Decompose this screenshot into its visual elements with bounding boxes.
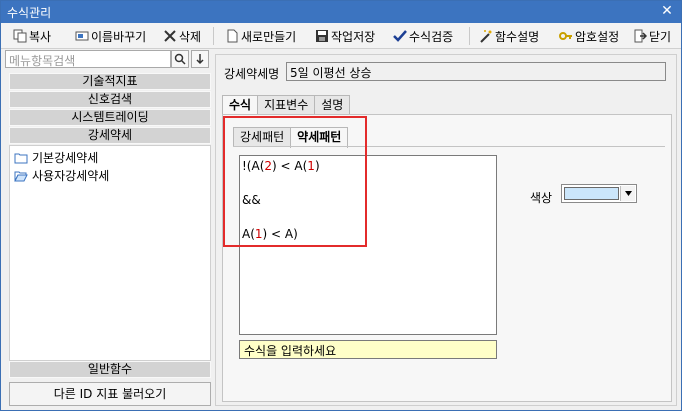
tree-item-basic[interactable]: 기본강세약세 bbox=[14, 149, 98, 166]
tab-divider bbox=[233, 146, 665, 147]
function-help-button[interactable]: 함수설명 bbox=[479, 26, 539, 46]
password-button[interactable]: 암호설정 bbox=[559, 26, 619, 46]
category-bull-bear[interactable]: 강세약세 bbox=[9, 127, 211, 144]
color-dropdown-button[interactable] bbox=[620, 186, 635, 201]
color-swatch bbox=[564, 187, 619, 200]
color-label: 색상 bbox=[530, 191, 553, 205]
category-signal-search[interactable]: 신호검색 bbox=[9, 91, 211, 108]
color-picker[interactable] bbox=[561, 184, 637, 203]
delete-icon bbox=[163, 29, 177, 43]
copy-button[interactable]: 복사 bbox=[13, 26, 51, 46]
left-panel: 메뉴항목검색 기술적지표 신호검색 시스템트레이딩 강세약세 기본강세약세 사용… bbox=[5, 50, 211, 408]
folder-icon bbox=[14, 151, 28, 165]
function-help-label: 함수설명 bbox=[495, 29, 540, 44]
toolbar-separator bbox=[469, 27, 470, 45]
tree-view: 기본강세약세 사용자강세약세 bbox=[9, 145, 211, 361]
window-title: 수식관리 bbox=[7, 6, 52, 20]
name-field[interactable]: 5일 이평선 상승 bbox=[286, 62, 666, 81]
search-input[interactable]: 메뉴항목검색 bbox=[5, 50, 171, 68]
tab-variables[interactable]: 지표변수 bbox=[257, 95, 316, 115]
load-other-id-button[interactable]: 다른 ID 지표 불러오기 bbox=[9, 382, 211, 406]
check-icon bbox=[393, 29, 407, 43]
arrow-down-icon bbox=[196, 54, 204, 65]
formula-tab-panel: 강세패턴 약세패턴 !(A(2) < A(1) && A(1) < A) 수식을… bbox=[222, 114, 672, 402]
copy-label: 복사 bbox=[29, 29, 52, 44]
chevron-down-icon bbox=[625, 191, 632, 196]
formula-line-2 bbox=[242, 175, 494, 192]
tab-bear-pattern[interactable]: 약세패턴 bbox=[290, 127, 349, 148]
formula-line-1: !(A(2) < A(1) bbox=[242, 159, 320, 173]
editor-panel: 강세약세명 5일 이평선 상승 수식 지표변수 설명 강세패턴 약세패턴 !(A… bbox=[215, 54, 677, 406]
rename-icon bbox=[75, 29, 89, 43]
rename-label: 이름바꾸기 bbox=[91, 29, 147, 44]
save-button[interactable]: 작업저장 bbox=[315, 26, 375, 46]
tree-item-label: 사용자강세약세 bbox=[32, 169, 110, 183]
formula-line-4 bbox=[242, 209, 494, 226]
save-icon bbox=[315, 29, 329, 43]
password-label: 암호설정 bbox=[575, 29, 620, 44]
category-technical-indicator[interactable]: 기술적지표 bbox=[9, 73, 211, 90]
key-icon bbox=[559, 29, 573, 43]
exit-icon bbox=[633, 29, 647, 43]
name-label: 강세약세명 bbox=[224, 67, 280, 81]
formula-hint: 수식을 입력하세요 bbox=[239, 340, 497, 359]
pattern-tabs: 강세패턴 약세패턴 bbox=[233, 127, 349, 148]
formula-line-3: && bbox=[242, 193, 261, 207]
formula-editor[interactable]: !(A(2) < A(1) && A(1) < A) bbox=[239, 155, 497, 335]
toolbar-separator bbox=[213, 27, 214, 45]
tab-bull-pattern[interactable]: 강세패턴 bbox=[233, 127, 292, 147]
tab-description[interactable]: 설명 bbox=[314, 95, 351, 115]
delete-label: 삭제 bbox=[179, 29, 202, 44]
main-tabs: 수식 지표변수 설명 bbox=[222, 95, 351, 116]
validate-label: 수식검증 bbox=[409, 29, 454, 44]
new-document-icon bbox=[225, 29, 239, 43]
new-label: 새로만들기 bbox=[241, 29, 297, 44]
tab-formula[interactable]: 수식 bbox=[222, 95, 259, 116]
rename-button[interactable]: 이름바꾸기 bbox=[75, 26, 146, 46]
category-general-functions[interactable]: 일반함수 bbox=[9, 361, 211, 378]
new-button[interactable]: 새로만들기 bbox=[225, 26, 296, 46]
toolbar: 복사 이름바꾸기 삭제 새로만들기 작업저장 수식검증 함수설명 암호설정 닫기 bbox=[1, 23, 681, 49]
close-button[interactable]: 닫기 bbox=[633, 26, 671, 46]
sort-down-button[interactable] bbox=[191, 50, 209, 68]
copy-icon bbox=[13, 29, 27, 43]
category-system-trading[interactable]: 시스템트레이딩 bbox=[9, 109, 211, 126]
open-folder-icon bbox=[14, 169, 28, 183]
close-label: 닫기 bbox=[649, 29, 672, 44]
delete-button[interactable]: 삭제 bbox=[163, 26, 201, 46]
tree-item-label: 기본강세약세 bbox=[32, 151, 99, 165]
title-bar: 수식관리 ✕ bbox=[1, 1, 681, 23]
close-window-button[interactable]: ✕ bbox=[659, 3, 675, 19]
search-button[interactable] bbox=[171, 50, 189, 68]
magic-wand-icon bbox=[479, 29, 493, 43]
save-label: 작업저장 bbox=[331, 29, 376, 44]
formula-manager-window: 수식관리 ✕ 복사 이름바꾸기 삭제 새로만들기 작업저장 수식검증 함수설명 … bbox=[0, 0, 682, 411]
tree-item-user[interactable]: 사용자강세약세 bbox=[14, 167, 109, 184]
search-icon bbox=[174, 53, 186, 65]
validate-button[interactable]: 수식검증 bbox=[393, 26, 453, 46]
formula-line-5: A(1) < A) bbox=[242, 227, 298, 241]
